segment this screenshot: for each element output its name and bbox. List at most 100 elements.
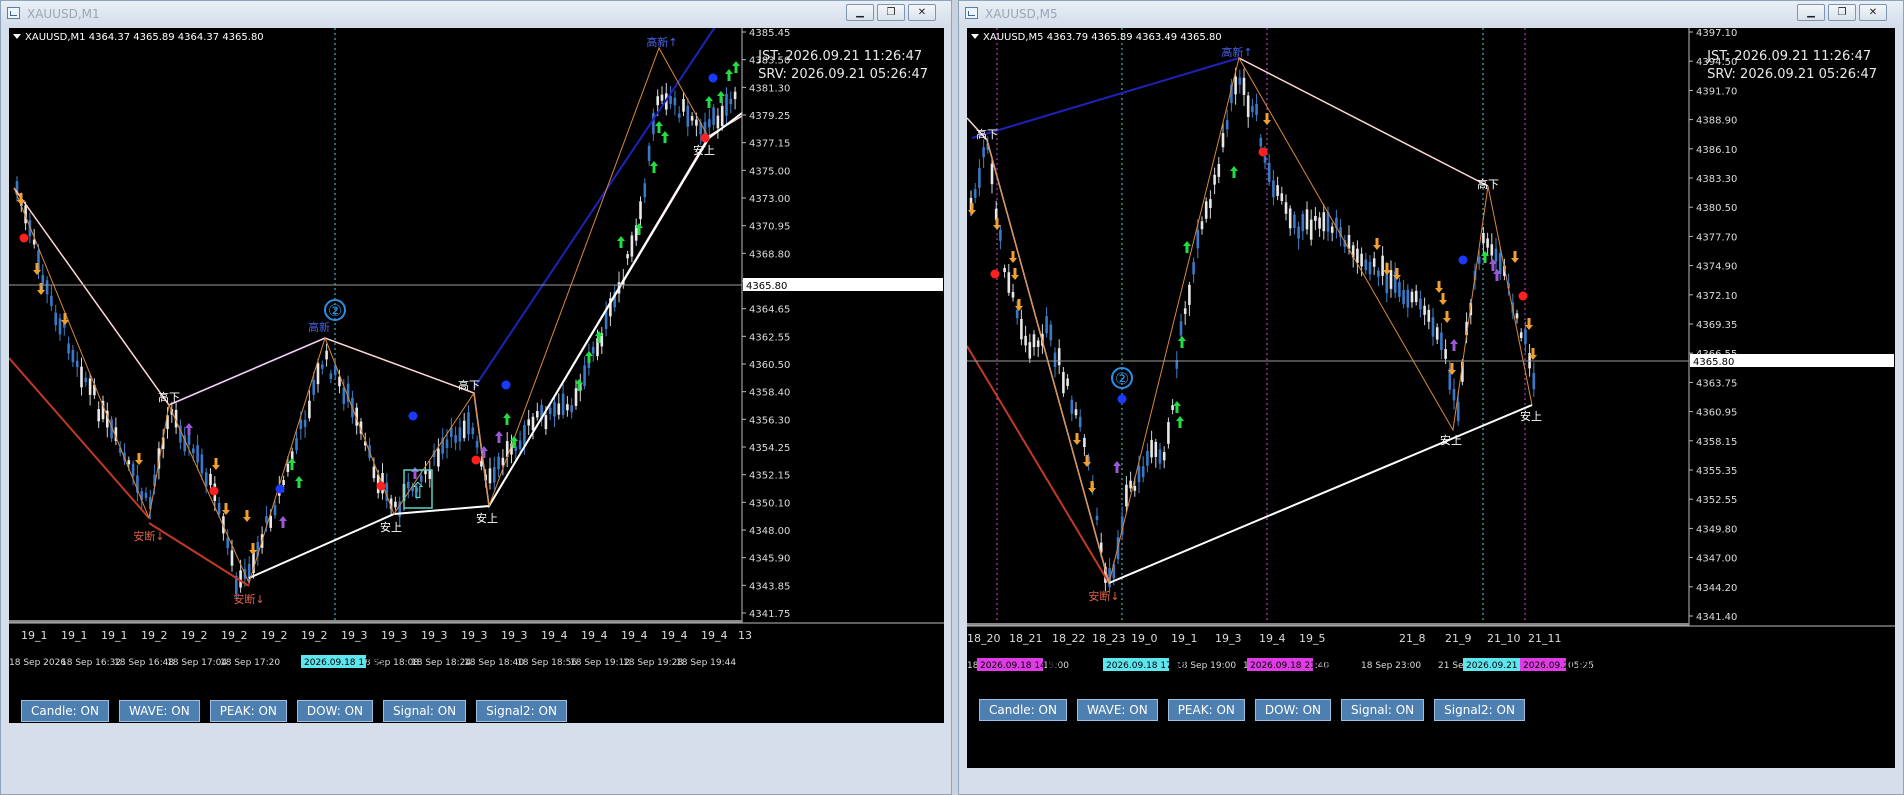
peak-toggle-button[interactable]: PEAK: ON (1167, 699, 1245, 721)
wave-count-label: 19_2 (301, 629, 328, 642)
minimize-button[interactable]: ▁ (846, 4, 874, 21)
candle-body (67, 343, 70, 354)
signal-toggle-button[interactable]: Signal: ON (383, 700, 467, 722)
title-bar[interactable]: XAUUSD,M1 ▁ ❐ ✕ (1, 1, 951, 27)
candle-body (1007, 272, 1011, 293)
candle-body (471, 427, 475, 435)
candle-body (75, 360, 79, 368)
dow-toggle-button[interactable]: DOW: ON (296, 700, 374, 722)
candle-body (1074, 409, 1078, 416)
candle-toggle-button[interactable]: Candle: ON (979, 699, 1067, 721)
candle-body (1011, 291, 1015, 298)
wave-number-label: ② (328, 301, 342, 320)
candle-body (978, 168, 981, 188)
candle-body (1263, 156, 1267, 163)
candle-body (656, 96, 659, 106)
signal-arrow-up-icon (650, 161, 658, 173)
signal2-toggle-button[interactable]: Signal2: ON (476, 700, 567, 722)
peak-toggle-button[interactable]: PEAK: ON (209, 700, 287, 722)
signal-dot-icon (708, 73, 718, 83)
up-arrow-icon: ⇧ (409, 479, 427, 504)
candle-body (475, 440, 479, 448)
candle-body (1024, 335, 1027, 346)
candle-body (1330, 226, 1334, 233)
candle-body (1167, 422, 1170, 444)
signal-arrow-down-icon (212, 458, 220, 470)
candle-body (1414, 290, 1418, 303)
time-highlight-label: 2026.09.18 17:55 (304, 658, 384, 668)
chart-window-m1[interactable]: XAUUSD,M1 ▁ ❐ ✕ ② ⇧ 高下 高新 高下 安断↓ 安上 安上 安上 安断↓ 高新↑ 4… (0, 0, 952, 795)
chart-canvas[interactable]: ②高下高新↑高下安断↓安上安上4397.104394.504391.704388… (967, 28, 1895, 768)
wave-count-label: 19_4 (1259, 632, 1286, 645)
candle-body (1062, 371, 1065, 394)
candle-body (1318, 217, 1321, 229)
wave-count-label: 21_9 (1445, 632, 1472, 645)
signal-arrow-down-icon (249, 543, 257, 555)
signal-arrow-up-icon (585, 351, 593, 363)
chart-window-m5[interactable]: XAUUSD,M5 ▁ ❐ ✕ ② 高下 高新↑ 高下 安断↓ 安上 安上 4397.10 43… (958, 0, 1904, 795)
candle-body (1280, 193, 1284, 201)
candle-body (973, 189, 977, 198)
symbol-info-line[interactable]: XAUUSD,M1 4364.37 4365.89 4364.37 4365.8… (13, 32, 264, 43)
close-button[interactable]: ✕ (908, 4, 936, 21)
candle-body (1141, 466, 1145, 478)
maximize-button[interactable]: ❐ (1828, 4, 1856, 21)
candle-body (1125, 484, 1128, 507)
wave-toggle-button[interactable]: WAVE: ON (118, 700, 200, 722)
price-tick-label: 4358.40 (749, 388, 790, 399)
signal-arrow-down-icon (1511, 251, 1519, 263)
candle-body (1049, 324, 1053, 341)
signal-dot-icon (990, 269, 1000, 279)
signal-dot-icon (471, 455, 481, 465)
candle-body (1515, 313, 1519, 319)
close-button[interactable]: ✕ (1859, 4, 1887, 21)
candle-body (200, 454, 204, 474)
indicator-toggle-bar: Candle: ON WAVE: ON PEAK: ON DOW: ON Sig… (979, 699, 1525, 721)
price-tick-label: 4344.20 (1696, 583, 1737, 594)
wave-count-label: 19_2 (181, 629, 208, 642)
time-axis-label: 18 Sep 16:32 (61, 658, 121, 668)
candle-body (41, 274, 45, 285)
title-bar[interactable]: XAUUSD,M5 ▁ ❐ ✕ (959, 1, 1903, 27)
price-chart[interactable]: ② 高下 高新↑ 高下 安断↓ 安上 安上 4397.10 4394.50 4391.70 4388… (967, 28, 1895, 768)
signal-arrow-up-icon (1178, 336, 1186, 348)
signal-dot-icon (501, 380, 511, 390)
candle-body (217, 503, 221, 515)
maximize-button[interactable]: ❐ (877, 4, 905, 21)
candle-body (1036, 340, 1040, 347)
candle-body (1532, 372, 1536, 390)
candle-body (342, 387, 346, 404)
chart-canvas[interactable]: ②⇧高下高新高下安断↓安上安上安上安断↓高新↑4385.454383.50438… (9, 28, 944, 723)
price-tick-label: 4345.90 (749, 554, 790, 565)
trend-line-red (9, 357, 150, 519)
candle-body (1377, 270, 1380, 277)
candle-body (144, 492, 148, 498)
candle-body (1519, 332, 1523, 338)
signal-toggle-button[interactable]: Signal: ON (1341, 699, 1425, 721)
time-axis-label: 18 Sep 18:24 (411, 658, 471, 668)
candle-body (467, 412, 470, 435)
candle-body (1179, 321, 1183, 336)
signal2-toggle-button[interactable]: Signal2: ON (1434, 699, 1525, 721)
signal-arrow-down-icon (1373, 238, 1381, 250)
minimize-button[interactable]: ▁ (1797, 4, 1825, 21)
signal-arrow-down-icon (1011, 268, 1019, 280)
candle-body (1129, 480, 1132, 489)
candle-toggle-button[interactable]: Candle: ON (21, 700, 109, 722)
price-tick-label: 4350.10 (749, 498, 790, 509)
wave-count-label: 19_0 (1131, 632, 1158, 645)
signal-dot-icon (1258, 147, 1268, 157)
candle-body (570, 405, 573, 413)
candle-body (1297, 226, 1300, 239)
candle-body (527, 419, 530, 426)
symbol-info-line[interactable]: XAUUSD,M5 4363.79 4365.89 4363.49 4365.8… (971, 32, 1222, 43)
wave-toggle-button[interactable]: WAVE: ON (1076, 699, 1158, 721)
price-tick-label: 4391.70 (1696, 86, 1737, 97)
candle-body (1490, 244, 1494, 256)
price-chart[interactable]: ② ⇧ 高下 高新 高下 安断↓ 安上 安上 安上 安断↓ 高新↑ 4385.45 4383.50 438… (9, 28, 944, 723)
dow-toggle-button[interactable]: DOW: ON (1254, 699, 1332, 721)
signal-dot-icon (376, 481, 386, 491)
wave-count-label: 19_4 (661, 629, 688, 642)
signal-arrow-up-icon (1173, 401, 1181, 413)
time-axis-label: 18 Sep 18:40 (464, 658, 524, 668)
